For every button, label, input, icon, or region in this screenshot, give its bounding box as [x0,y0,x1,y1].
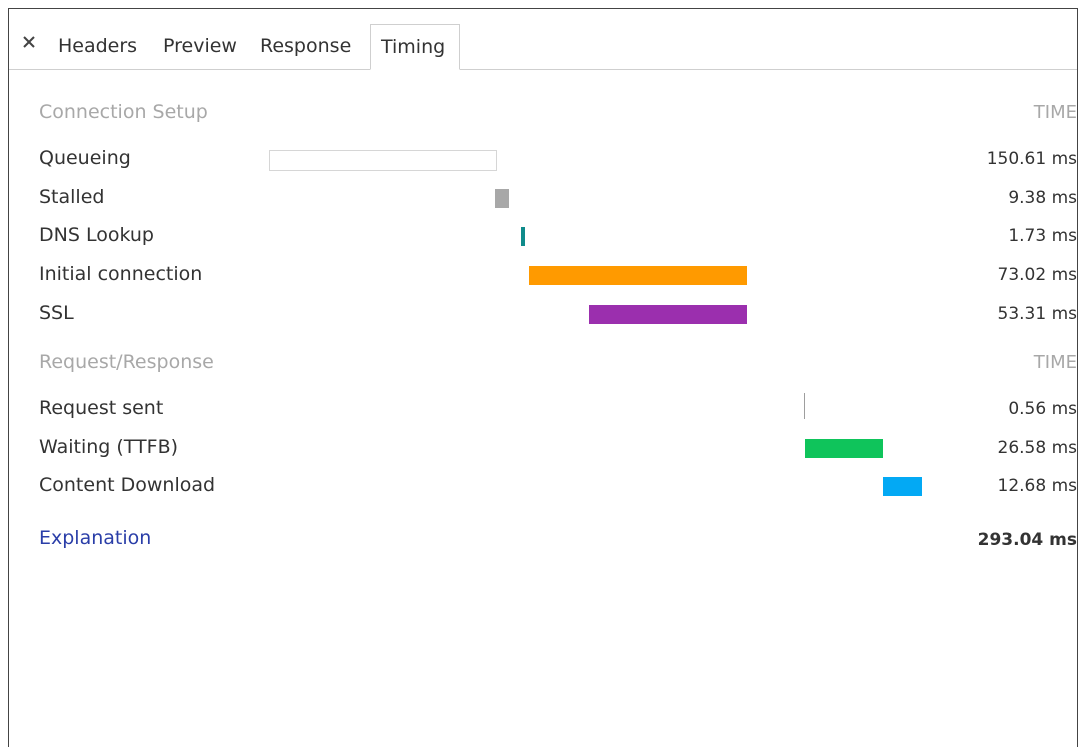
dns-lookup-bar [521,227,525,247]
connection-time-header: TIME [1033,102,1077,123]
tab-headers[interactable]: Headers [58,24,137,70]
request-time-header: TIME [1033,352,1077,373]
request-sent-label: Request sent [39,397,164,419]
queueing-label: Queueing [39,147,131,169]
ssl-label: SSL [39,301,74,324]
request-sent-bar [803,393,805,419]
request-response-title: Request/Response [39,351,214,373]
tab-bar: Headers Preview Response Timing [9,9,1077,70]
stalled-label: Stalled [39,185,105,208]
explanation-link[interactable]: Explanation [39,527,151,549]
tab-response[interactable]: Response [260,24,351,70]
content-download-bar [883,477,922,497]
ssl-bar [588,304,748,324]
queueing-time: 150.61 ms [986,149,1077,169]
close-icon[interactable] [21,34,37,50]
tab-timing[interactable]: Timing [370,24,460,70]
waiting-ttfb-bar [804,438,884,458]
total-time: 293.04 ms [977,530,1077,550]
initial-connection-bar [529,266,748,286]
content-download-time: 12.68 ms [997,476,1078,497]
stalled-time: 9.38 ms [1008,187,1077,208]
timing-panel: Headers Preview Response Timing Connecti… [8,8,1078,747]
content-download-label: Content Download [39,474,216,497]
dns-lookup-time: 1.73 ms [1008,226,1077,247]
waiting-ttfb-time: 26.58 ms [997,437,1078,458]
waiting-ttfb-label: Waiting (TTFB) [39,435,179,458]
stalled-bar [494,188,509,208]
initial-connection-label: Initial connection [39,263,203,286]
queueing-bar [269,150,497,171]
initial-connection-time: 73.02 ms [997,265,1078,286]
connection-setup-title: Connection Setup [39,101,208,123]
ssl-time: 53.31 ms [997,303,1078,324]
dns-lookup-label: DNS Lookup [39,224,154,247]
request-sent-time: 0.56 ms [1008,399,1077,419]
tab-preview[interactable]: Preview [163,24,237,70]
